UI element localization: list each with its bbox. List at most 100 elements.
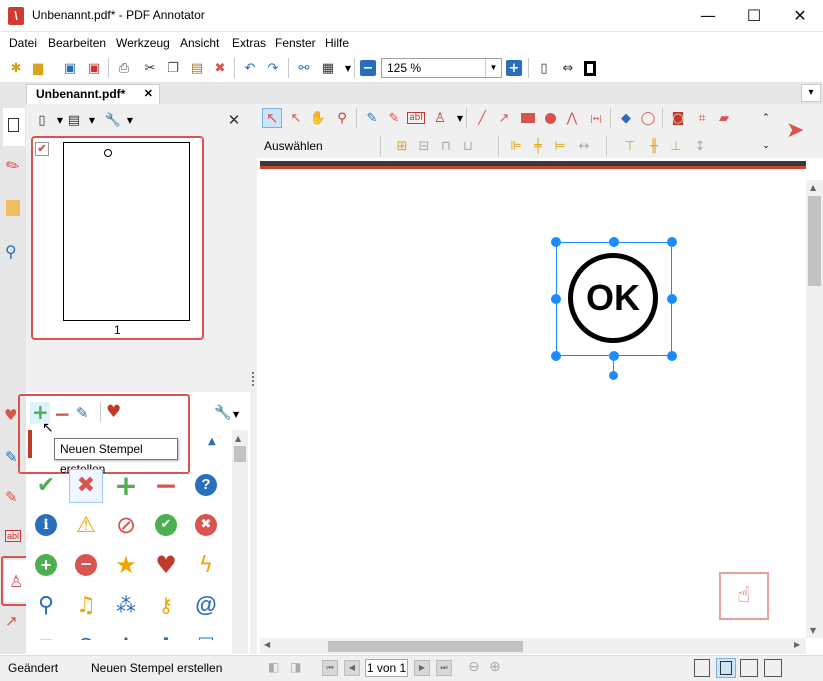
text-box-icon[interactable]: abl (5, 530, 22, 542)
cut-icon[interactable]: ✂ (140, 58, 160, 78)
stamp-at[interactable]: @ (186, 585, 226, 625)
ok-stamp[interactable]: OK (568, 253, 658, 343)
fit-page-icon[interactable]: ▯ (534, 58, 554, 78)
zoom-select[interactable]: 125 % ▼ (381, 58, 502, 78)
tab-document[interactable]: Unbenannt.pdf* ✕ (26, 84, 160, 104)
page-add-icon[interactable]: ▯ (32, 110, 52, 130)
find-binoculars-icon[interactable]: ⚯ (294, 58, 314, 78)
previous-page-button[interactable]: ◀ (344, 660, 360, 676)
stamp-ok-circle[interactable]: ✔ (146, 505, 186, 545)
crop-icon[interactable]: ⌗ (692, 108, 712, 128)
camera-icon[interactable]: ◙ (668, 108, 688, 128)
stamp-forbidden[interactable]: ⊘ (106, 505, 146, 545)
stamp-plus-circle[interactable]: + (26, 545, 66, 585)
ruler-icon[interactable]: ▰ (714, 108, 734, 128)
collapse-chevron-up-icon[interactable]: ▲ (208, 436, 216, 447)
copy-icon[interactable]: ❐ (163, 58, 183, 78)
arrow-icon[interactable]: ↗ (494, 108, 514, 128)
chevron-down-icon[interactable]: ▼ (485, 59, 501, 77)
resize-handle[interactable] (551, 351, 561, 361)
menu-datei[interactable]: Datei (9, 36, 37, 50)
zoom-in-icon[interactable]: + (506, 60, 522, 76)
align-middle-icon[interactable]: ╫ (644, 136, 664, 156)
menu-hilfe[interactable]: Hilfe (325, 36, 349, 50)
forward-icon[interactable]: ⊕ (489, 659, 501, 675)
two-page-continuous-icon[interactable] (764, 659, 782, 677)
menu-extras[interactable]: Extras (232, 36, 266, 50)
stamp-magnifier[interactable]: ⚲ (26, 585, 66, 625)
align-bottom-icon[interactable]: ⊥ (666, 136, 686, 156)
highlighter-icon[interactable]: ✎ (5, 488, 18, 506)
polyline-icon[interactable]: ⋀ (562, 108, 582, 128)
measure-icon[interactable]: |↔| (586, 108, 606, 128)
delete-icon[interactable]: ✖ (210, 58, 230, 78)
resize-handle[interactable] (551, 294, 561, 304)
line-icon[interactable]: ╱ (472, 108, 492, 128)
chevron-down-icon[interactable]: ⌄ (756, 136, 776, 156)
touch-mode-button[interactable]: ☝ (719, 572, 769, 620)
history-back-icon[interactable]: ◧ (268, 660, 279, 674)
select-tool-button[interactable]: ↖ (262, 108, 282, 128)
distribute-h-icon[interactable]: ↔ (574, 136, 594, 156)
stamp-footprints[interactable]: ⁂ (106, 585, 146, 625)
remove-stamp-button[interactable]: − (54, 402, 71, 426)
pen-icon[interactable]: ✎ (5, 448, 18, 466)
redo-icon[interactable]: ↷ (263, 58, 283, 78)
two-page-view-icon[interactable] (740, 659, 758, 677)
wrench-icon[interactable]: 🔧 (214, 404, 231, 421)
stamp-x-circle[interactable]: ✖ (186, 505, 226, 545)
close-icon[interactable]: ✕ (144, 85, 153, 103)
edit-stamp-button[interactable]: ✎ (76, 404, 89, 422)
scroll-right-icon[interactable]: ▶ (794, 640, 800, 649)
scroll-up-icon[interactable]: ▲ (235, 434, 241, 443)
page-checkbox[interactable]: ✔ (35, 142, 49, 156)
align-top-icon[interactable]: ⊤ (620, 136, 640, 156)
continuous-view-button[interactable] (716, 658, 736, 678)
comment-icon[interactable]: ◯ (638, 108, 658, 128)
scroll-up-icon[interactable]: ▲ (810, 183, 816, 192)
stamp-lightning[interactable]: ϟ (186, 545, 226, 585)
open-folder-icon[interactable]: ▆ (28, 58, 48, 78)
ellipse-icon[interactable] (540, 108, 560, 128)
side-tab-stamps[interactable]: ♙ (4, 560, 28, 602)
resize-handle[interactable] (667, 237, 677, 247)
scroll-left-icon[interactable]: ◀ (264, 640, 270, 649)
favorite-heart-icon[interactable]: ♥ (106, 402, 121, 422)
menu-fenster[interactable]: Fenster (275, 36, 316, 50)
page-thumbnail[interactable] (63, 142, 190, 321)
save-as-icon[interactable]: ▣ (84, 58, 104, 78)
save-icon[interactable]: ▣ (60, 58, 80, 78)
stamp-info[interactable]: i (26, 505, 66, 545)
bookmark-icon[interactable]: ▦ (318, 58, 338, 78)
print-icon[interactable]: ⎙ (114, 58, 134, 78)
stamp-minus-circle[interactable]: − (66, 545, 106, 585)
arrow-tool-icon[interactable]: ↗ (5, 612, 18, 630)
last-page-button[interactable]: ⏭ (436, 660, 452, 676)
back-icon[interactable]: ⊖ (468, 659, 480, 675)
chevron-down-icon[interactable]: ▼ (233, 410, 239, 419)
first-page-button[interactable]: ⏮ (322, 660, 338, 676)
stamp-question[interactable]: ? (186, 465, 226, 505)
chevron-down-icon[interactable]: ▼ (120, 110, 140, 130)
history-forward-icon[interactable]: ◨ (290, 660, 301, 674)
menu-bearbeiten[interactable]: Bearbeiten (48, 36, 106, 50)
stamp-icon[interactable]: ♙ (430, 108, 450, 128)
highlighter-icon[interactable]: ✎ (384, 108, 404, 128)
unlock-icon[interactable]: ⊔ (458, 136, 478, 156)
hand-tool-icon[interactable]: ✋ (308, 108, 328, 128)
zoom-out-icon[interactable]: − (360, 60, 376, 76)
pen-icon[interactable]: ✎ (362, 108, 382, 128)
eraser-icon[interactable]: ◆ (616, 108, 636, 128)
resize-handle[interactable] (667, 351, 677, 361)
resize-handle[interactable] (609, 237, 619, 247)
close-window-button[interactable]: ✕ (777, 0, 823, 32)
group-icon[interactable]: ⊞ (392, 136, 412, 156)
maximize-button[interactable]: ☐ (731, 0, 777, 32)
paste-icon[interactable]: ▤ (187, 58, 207, 78)
favorites-heart-icon[interactable]: ♥ (4, 406, 17, 424)
align-center-icon[interactable]: ╪ (528, 136, 548, 156)
chevron-down-icon[interactable]: ▼ (82, 110, 102, 130)
document-canvas[interactable] (260, 160, 806, 638)
rectangle-icon[interactable] (518, 108, 538, 128)
chevron-down-icon[interactable]: ▼ (450, 108, 470, 128)
